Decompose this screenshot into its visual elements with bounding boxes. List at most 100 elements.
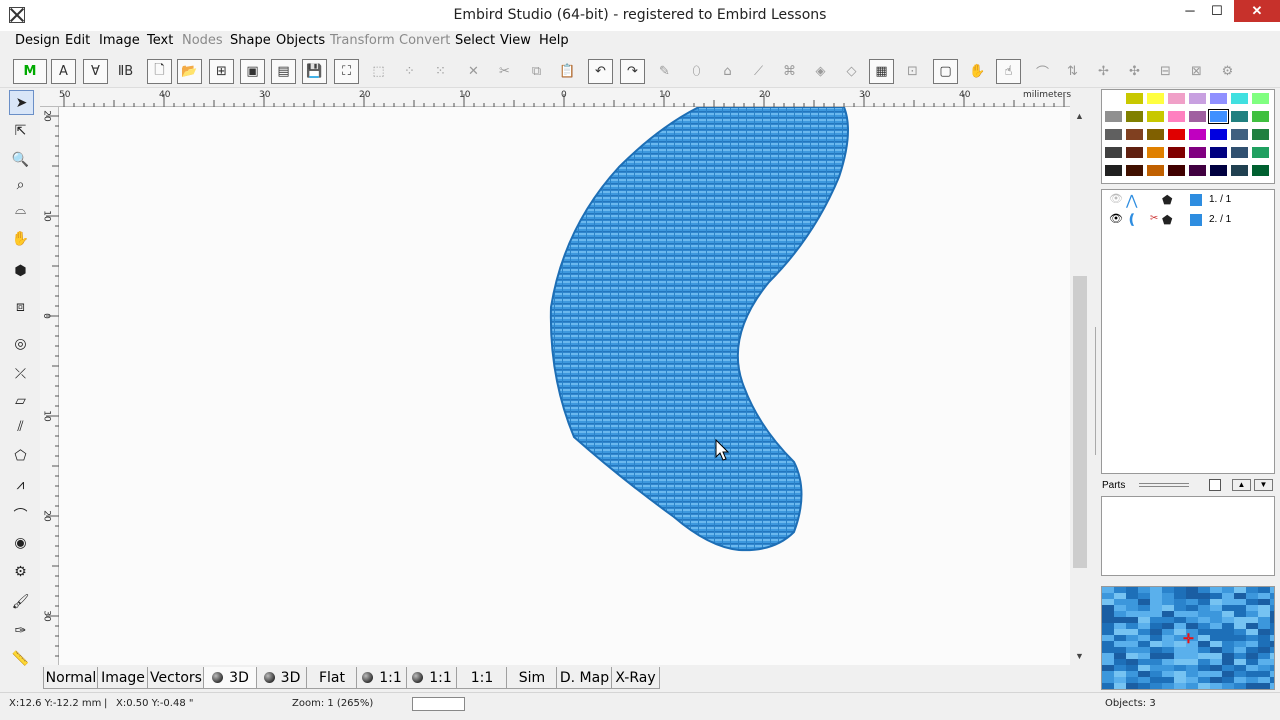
paste-icon[interactable]: 📋 (555, 59, 580, 84)
palette-swatch[interactable] (1167, 146, 1186, 159)
pan-hand-icon[interactable]: ✋ (9, 227, 32, 250)
text-path-icon[interactable]: ⅡB (113, 59, 138, 84)
measure-icon[interactable]: ⌕ (9, 173, 32, 196)
open-file-icon[interactable]: 📂 (177, 59, 202, 84)
tab-sim[interactable]: Sim (506, 667, 558, 689)
curve-icon[interactable]: ⌒ (1030, 59, 1055, 84)
embroidery-shape[interactable] (59, 107, 1070, 665)
palette-swatch[interactable] (1251, 128, 1270, 141)
palette-swatch[interactable] (1167, 110, 1186, 123)
fill-shape-icon[interactable]: ⬢ (9, 259, 32, 282)
palette-swatch[interactable] (1104, 92, 1123, 105)
combine-icon[interactable]: ⁙ (428, 59, 453, 84)
palette-swatch[interactable] (1125, 146, 1144, 159)
parts-slider[interactable] (1139, 483, 1189, 487)
stitch-generate-icon[interactable]: M (13, 59, 47, 84)
palette-swatch[interactable] (1230, 164, 1249, 177)
ruler-tool-icon[interactable]: 📏 (9, 647, 32, 670)
palette-swatch[interactable] (1146, 146, 1165, 159)
palette-swatch[interactable] (1104, 164, 1123, 177)
object-row[interactable]: 👁 ❪ ✂ ⬟ 2. / 1 (1104, 211, 1272, 229)
design-canvas[interactable] (59, 107, 1070, 665)
menu-select[interactable]: Select (455, 33, 495, 48)
menu-help[interactable]: Help (539, 33, 569, 48)
scroll-up-icon[interactable]: ▲ (1075, 111, 1084, 121)
node-edit-icon[interactable]: ⌘ (777, 59, 802, 84)
mirror-icon[interactable]: ⇅ (1060, 59, 1085, 84)
hand-select-icon[interactable]: ☝ (996, 59, 1021, 84)
menu-nodes[interactable]: Nodes (182, 33, 223, 48)
visibility-icon[interactable]: 👁 (1109, 212, 1123, 225)
pen-tool-icon[interactable]: ✎ (652, 59, 677, 84)
zoom-preview[interactable]: ✛ (1101, 586, 1275, 690)
palette-swatch[interactable] (1209, 146, 1228, 159)
palette-swatch[interactable] (1125, 92, 1144, 105)
knife-tool-icon[interactable]: ⟋ (746, 59, 771, 84)
move-up-icon[interactable]: ▲ (1232, 479, 1251, 491)
menu-convert[interactable]: Convert (399, 33, 450, 48)
tab-image[interactable]: Image (97, 667, 149, 689)
circle-icon[interactable]: ◎ (9, 332, 32, 355)
palette-swatch[interactable] (1188, 92, 1207, 105)
panel-splitter[interactable] (1095, 327, 1100, 455)
palette-swatch[interactable] (1230, 128, 1249, 141)
distribute-icon[interactable]: ✣ (1122, 59, 1147, 84)
break-apart-icon[interactable]: ⁘ (397, 59, 422, 84)
palette-swatch[interactable] (1251, 110, 1270, 123)
palette-swatch[interactable] (1125, 110, 1144, 123)
palette-swatch[interactable] (1208, 109, 1229, 124)
brush-icon[interactable]: 🖌 (9, 590, 32, 613)
shape-tool-icon[interactable]: ⌂ (715, 59, 740, 84)
palette-swatch[interactable] (1251, 146, 1270, 159)
palette-swatch[interactable] (1188, 146, 1207, 159)
menu-design[interactable]: Design (15, 33, 60, 48)
ellipse-tool-icon[interactable]: ⬯ (684, 59, 709, 84)
text-icon[interactable]: A (51, 59, 76, 84)
fill-type-icon[interactable]: ⬟ (1162, 193, 1172, 207)
settings-icon[interactable]: ⚙ (1215, 59, 1240, 84)
palette-swatch[interactable] (1104, 128, 1123, 141)
redo-icon[interactable]: ↷ (620, 59, 645, 84)
palette-swatch[interactable] (1230, 110, 1249, 123)
monogram-icon[interactable]: Ɐ (83, 59, 108, 84)
palette-swatch[interactable] (1146, 128, 1165, 141)
palette-swatch[interactable] (1167, 128, 1186, 141)
tab-normal[interactable]: Normal (43, 667, 99, 689)
fill-type-icon[interactable]: ⬟ (1162, 213, 1172, 227)
palette-swatch[interactable] (1188, 128, 1207, 141)
ungroup-icon[interactable]: ⊠ (1184, 59, 1209, 84)
palette-swatch[interactable] (1188, 110, 1207, 123)
color-swatch[interactable] (1190, 214, 1202, 226)
applique-icon[interactable]: ⧈ (9, 289, 32, 323)
palette-swatch[interactable] (1146, 110, 1165, 123)
palette-swatch[interactable] (1209, 128, 1228, 141)
outline-tool-icon[interactable]: ◇ (839, 59, 864, 84)
scrollbar-thumb[interactable] (1073, 276, 1087, 568)
palette-swatch[interactable] (1167, 92, 1186, 105)
import-vector-icon[interactable]: ▤ (271, 59, 296, 84)
maximize-button[interactable]: ☐ (1200, 0, 1234, 22)
select-all-icon[interactable]: ⛶ (334, 59, 359, 84)
align-center-icon[interactable]: ✢ (1091, 59, 1116, 84)
hoop-icon[interactable]: ▢ (933, 59, 958, 84)
undo-icon[interactable]: ↶ (588, 59, 613, 84)
column-icon[interactable]: ⫽ (9, 415, 32, 438)
delete-icon[interactable]: ✕ (461, 59, 486, 84)
menu-objects[interactable]: Objects (276, 33, 325, 48)
palette-swatch[interactable] (1209, 164, 1228, 177)
zoom-fit-icon[interactable]: ⊡ (900, 59, 925, 84)
palette-swatch[interactable] (1251, 92, 1270, 105)
eyedropper-icon[interactable]: ✑ (9, 619, 32, 642)
insert-file-icon[interactable]: ⊞ (209, 59, 234, 84)
tab-flat[interactable]: Flat (306, 667, 358, 689)
menu-edit[interactable]: Edit (65, 33, 90, 48)
fill-icon[interactable]: ◉ (9, 531, 32, 554)
scroll-down-icon[interactable]: ▼ (1075, 651, 1084, 661)
tab-vectors[interactable]: Vectors (147, 667, 205, 689)
zoom-icon[interactable]: 🔍 (9, 148, 32, 171)
palette-swatch[interactable] (1125, 128, 1144, 141)
import-image-icon[interactable]: ▣ (240, 59, 265, 84)
palette-swatch[interactable] (1146, 92, 1165, 105)
palette-swatch[interactable] (1146, 164, 1165, 177)
line-icon[interactable]: ⌒ (9, 503, 32, 526)
